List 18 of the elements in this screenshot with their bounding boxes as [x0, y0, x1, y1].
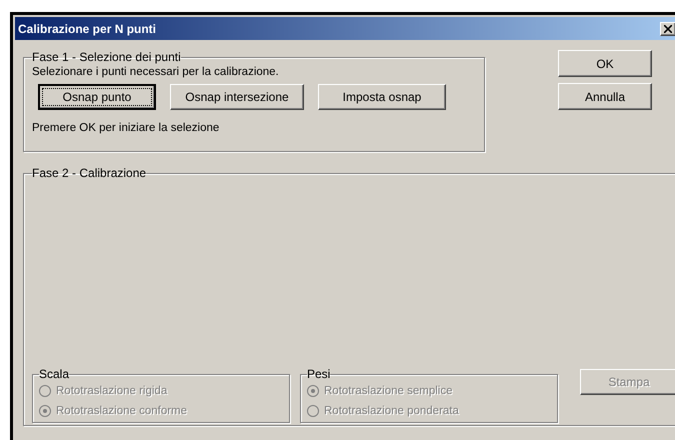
osnap-button[interactable]: Osnap intersezione: [170, 84, 304, 110]
window-title: Calibrazione per N punti: [18, 22, 156, 36]
cancel-button[interactable]: Annulla: [558, 83, 652, 110]
radio-label: Rototraslazione semplice: [324, 385, 452, 397]
close-button[interactable]: [660, 22, 675, 36]
group-title: Pesi: [307, 367, 330, 381]
group-title: Scala: [39, 367, 70, 381]
instruction-text: Selezionare i punti necessari per la calibrazione.: [32, 66, 280, 78]
osnap-button[interactable]: Osnap punto: [38, 84, 156, 110]
radio-label: Rototraslazione rigida: [56, 385, 168, 397]
hint-text: Premere OK per iniziare la selezione: [32, 122, 220, 134]
group-title: Fase 1 - Selezione dei punti: [32, 50, 181, 64]
osnap-button[interactable]: Imposta osnap: [318, 84, 446, 110]
close-icon: [664, 24, 672, 32]
radio-label: Rototraslazione ponderata: [324, 405, 459, 417]
group-title: Fase 2 - Calibrazione: [32, 166, 146, 180]
radio-label: Rototraslazione conforme: [56, 405, 188, 417]
ok-button[interactable]: OK: [558, 50, 652, 77]
